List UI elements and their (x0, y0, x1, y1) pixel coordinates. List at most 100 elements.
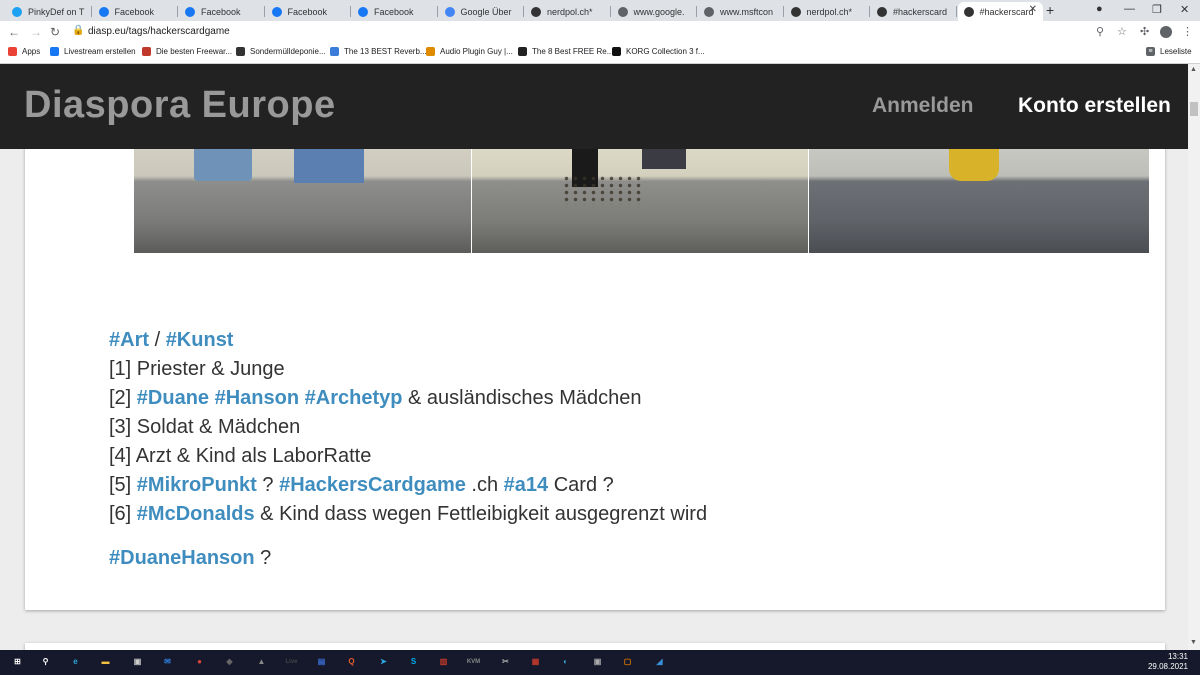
store-icon[interactable]: ▣ (130, 654, 145, 669)
tab-separator (609, 6, 611, 17)
bookmark-item[interactable]: Sondermülldeponie... (236, 47, 326, 56)
app-icon[interactable]: ▣ (590, 654, 605, 669)
app-icon[interactable]: ◆ (222, 654, 237, 669)
tab-separator (177, 6, 178, 17)
hashtag-link[interactable]: #HackersCardgame (279, 474, 466, 496)
tab-label: #hackerscard (979, 6, 1034, 17)
bookmark-item[interactable]: Audio Plugin Guy |... (426, 47, 513, 56)
tab-label: www.google. (633, 6, 685, 17)
close-window-icon[interactable]: ✕ (1180, 3, 1189, 16)
app-icon[interactable]: ◐ (558, 654, 573, 669)
signup-link[interactable]: Konto erstellen (1018, 94, 1171, 118)
facebook-icon (50, 47, 59, 56)
browser-tab[interactable]: #hackerscard ✕ (957, 2, 1043, 21)
lock-icon[interactable]: 🔒 (72, 25, 84, 36)
windows-start-icon[interactable]: ⊞ (10, 654, 25, 669)
tab-separator (436, 6, 438, 17)
browser-tab[interactable]: nerdpol.ch* (525, 2, 611, 21)
browser-tab[interactable]: Facebook (93, 2, 178, 21)
app-icon[interactable]: Q (344, 654, 359, 669)
app-icon[interactable]: ▲ (254, 654, 269, 669)
bookmark-item[interactable]: Apps (8, 47, 40, 56)
url-field[interactable]: diasp.eu/tags/hackerscardgame (88, 26, 230, 37)
avatar[interactable] (1160, 26, 1172, 38)
hashtag-link[interactable]: #MikroPunkt (137, 474, 257, 496)
diaspora-icon (531, 6, 541, 17)
app-icon[interactable]: KVM (466, 654, 481, 669)
bookmark-item[interactable]: The 13 BEST Reverb... (330, 47, 427, 56)
post-line: [3] Soldat & Mädchen (109, 413, 707, 442)
bookmark-item[interactable]: KORG Collection 3 f... (612, 47, 705, 56)
app-icon[interactable]: ▥ (436, 654, 451, 669)
hashtag-link[interactable]: #Kunst (166, 329, 234, 351)
hashtag-link[interactable]: #Art (109, 329, 149, 351)
zoom-icon[interactable]: ⚲ (1096, 25, 1104, 38)
tab-label: nerdpol.ch* (547, 6, 593, 17)
back-icon[interactable]: ← (8, 25, 20, 39)
forward-icon[interactable]: → (30, 25, 42, 39)
hashtag-link[interactable]: #McDonalds (137, 503, 255, 525)
page-scrollbar[interactable]: ▲ ▼ (1188, 64, 1200, 650)
search-icon[interactable]: ⚲ (38, 654, 53, 669)
browser-tab[interactable]: www.google. (612, 2, 697, 21)
app-icon[interactable]: ▤ (314, 654, 329, 669)
tab-label: Google Über (460, 6, 512, 17)
browser-tab[interactable]: www.msftcon (698, 2, 784, 21)
live-icon[interactable]: Live (284, 654, 299, 669)
globe-icon (617, 6, 628, 17)
bookmark-item[interactable]: The 8 Best FREE Re... (518, 47, 613, 56)
post-image[interactable] (134, 149, 1149, 253)
app-icon[interactable]: ◢ (652, 654, 667, 669)
menu-kebab-icon[interactable]: ⋮ (1182, 25, 1193, 38)
korg-icon (612, 47, 621, 56)
browser-tab[interactable]: Facebook (266, 2, 351, 21)
extensions-icon[interactable]: ✣ (1140, 25, 1149, 38)
skype-icon[interactable]: S (406, 654, 421, 669)
app-icon[interactable]: ▦ (528, 654, 543, 669)
hashtag-link[interactable]: #a14 (504, 474, 549, 496)
browser-tab[interactable]: nerdpol.ch* (785, 2, 870, 21)
tab-label: Facebook (114, 6, 155, 17)
scroll-up-icon[interactable]: ▲ (1190, 66, 1197, 73)
new-tab-button[interactable]: + (1046, 2, 1054, 18)
browser-tab[interactable]: Facebook (352, 2, 438, 21)
browser-tab[interactable]: Facebook (179, 2, 265, 21)
tab-label: Facebook (374, 6, 414, 17)
bookmark-item[interactable]: Die besten Freewar... (142, 47, 232, 56)
telegram-icon[interactable]: ➤ (376, 654, 391, 669)
hashtag-link[interactable]: #Duane (137, 387, 209, 409)
maximize-icon[interactable]: ❐ (1152, 3, 1162, 16)
scroll-down-icon[interactable]: ▼ (1190, 639, 1197, 646)
browser-tab[interactable]: PinkyDef on T (6, 2, 92, 21)
reading-list[interactable]: ≡ Leseliste (1146, 47, 1192, 56)
image-panel-2 (472, 149, 808, 253)
profile-menu-icon[interactable]: ● (1096, 3, 1103, 15)
bookmark-star-icon[interactable]: ☆ (1117, 25, 1127, 38)
scrollbar-thumb[interactable] (1190, 102, 1198, 116)
login-link[interactable]: Anmelden (872, 94, 974, 118)
bookmark-item[interactable]: Livestream erstellen (50, 47, 136, 56)
hashtag-link[interactable]: #Archetyp (305, 387, 403, 409)
bookmark-icon (426, 47, 435, 56)
bookmark-label: Sondermülldeponie... (250, 47, 326, 56)
system-clock[interactable]: 13:31 29.08.2021 (1148, 652, 1188, 672)
post-text-segment: Card ? (548, 474, 614, 496)
hashtag-link[interactable]: #Hanson (215, 387, 299, 409)
minimize-icon[interactable]: — (1124, 3, 1135, 15)
close-tab-icon[interactable]: ✕ (1029, 4, 1037, 15)
facebook-icon (271, 6, 282, 17)
google-translate-icon (444, 6, 455, 17)
edge-icon[interactable]: e (68, 654, 83, 669)
app-icon[interactable]: ✂ (498, 654, 513, 669)
app-icon[interactable]: ▢ (620, 654, 635, 669)
reload-icon[interactable]: ↻ (50, 25, 60, 39)
site-brand[interactable]: Diaspora Europe (24, 84, 336, 127)
mail-icon[interactable]: ✉ (160, 654, 175, 669)
address-bar: ← → ↻ 🔒 diasp.eu/tags/hackerscardgame ⚲ … (0, 21, 1200, 43)
chrome-icon[interactable]: ● (192, 654, 207, 669)
tab-separator (263, 6, 265, 17)
browser-tab[interactable]: #hackerscard (871, 2, 957, 21)
hashtag-link[interactable]: #DuaneHanson (109, 547, 255, 569)
browser-tab[interactable]: Google Über (439, 2, 524, 21)
file-explorer-icon[interactable]: ▬ (98, 654, 113, 669)
